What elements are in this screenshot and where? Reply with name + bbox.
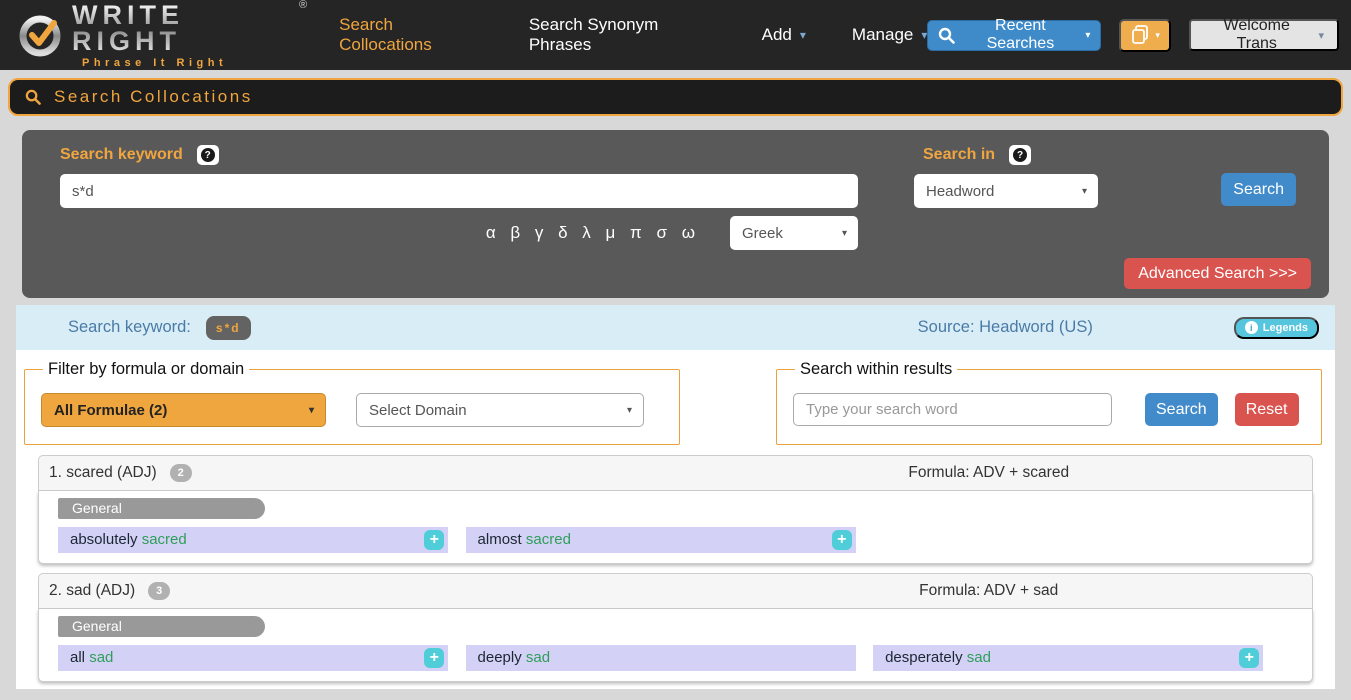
result-title: 2. sad (ADJ)	[49, 582, 136, 599]
result-group: 1. scared (ADJ) 2 Formula: ADV + scared …	[38, 455, 1313, 564]
collocation-chip[interactable]: deeply sad	[465, 645, 856, 671]
chevron-down-icon	[1082, 186, 1087, 197]
chevron-down-icon	[309, 405, 314, 416]
formula-domain-fieldset: Filter by formula or domain All Formulae…	[24, 360, 680, 445]
collocation-modifier: absolutely	[70, 531, 138, 548]
formula-select[interactable]: All Formulae (2)	[41, 393, 326, 427]
search-button[interactable]: Search	[1221, 173, 1296, 206]
help-icon[interactable]: ?	[196, 145, 219, 165]
domain-select[interactable]: Select Domain	[356, 393, 644, 427]
collocation-headword: sad	[966, 649, 991, 666]
chevron-down-icon	[1085, 30, 1090, 41]
brand-name: WRITE RIGHT	[72, 1, 297, 54]
page-title: Search Collocations	[54, 87, 253, 106]
result-group: 2. sad (ADJ) 3 Formula: ADV + sad Genera…	[38, 573, 1313, 682]
result-header: 2. sad (ADJ) 3 Formula: ADV + sad	[38, 573, 1313, 609]
collocation-chip[interactable]: desperately sad	[873, 645, 1264, 671]
nav-search-collocations[interactable]: Search Collocations	[339, 15, 483, 55]
collocation-headword: sacred	[525, 531, 571, 548]
result-formula: Formula: ADV + sad	[919, 582, 1059, 599]
copy-pages-icon	[1130, 24, 1150, 46]
result-body: General all sad deeply sad desperately s…	[38, 609, 1313, 682]
reset-button[interactable]: Reset	[1234, 393, 1299, 426]
collocation-modifier: all	[70, 649, 86, 666]
search-in-select[interactable]: Headword	[914, 174, 1098, 208]
chevron-down-icon	[1155, 30, 1160, 41]
search-within-button[interactable]: Search	[1145, 393, 1218, 426]
chevron-down-icon	[842, 228, 847, 239]
help-icon[interactable]: ?	[1009, 145, 1032, 165]
collocation-modifier: deeply	[477, 649, 522, 666]
search-panel: Search keyword ? α β γ δ λ μ π σ ω Greek…	[22, 130, 1329, 298]
user-menu-button[interactable]: Welcome Trans	[1188, 17, 1340, 52]
advanced-search-button[interactable]: Advanced Search >>>	[1124, 258, 1311, 289]
collocation-modifier: desperately	[885, 649, 963, 666]
result-header: 1. scared (ADJ) 2 Formula: ADV + scared	[38, 455, 1313, 491]
nav-search-synonym-phrases[interactable]: Search Synonym Phrases	[529, 15, 716, 55]
registered-mark: ®	[299, 0, 308, 11]
collocation-headword: sad	[89, 649, 114, 666]
legends-button[interactable]: i Legends	[1233, 316, 1319, 339]
nav-add-menu[interactable]: Add	[762, 25, 806, 45]
within-fieldset-legend: Search within results	[800, 360, 953, 378]
search-icon	[25, 89, 41, 105]
result-count-badge: 2	[169, 464, 192, 482]
collocation-chip[interactable]: all sad	[58, 645, 449, 671]
filters-row: Filter by formula or domain All Formulae…	[24, 360, 1327, 445]
collocation-headword: sad	[525, 649, 551, 666]
formula-fieldset-legend: Filter by formula or domain	[48, 360, 245, 378]
add-collocation-icon[interactable]	[831, 530, 852, 550]
result-count-badge: 3	[148, 582, 171, 600]
greek-select[interactable]: Greek	[730, 216, 858, 250]
recent-searches-button[interactable]: Recent Searches	[927, 17, 1102, 52]
search-keyword-label: Search keyword	[60, 146, 183, 163]
search-in-label: Search in	[923, 146, 996, 163]
top-navbar: WRITE RIGHT ® Phrase It Right Search Col…	[0, 0, 1351, 70]
greek-letters[interactable]: α β γ δ λ μ π σ ω	[486, 223, 700, 243]
summary-keyword-label: Search keyword:	[68, 318, 191, 336]
chevron-down-icon	[800, 28, 806, 42]
search-summary-bar: Search keyword: s*d Source: Headword (US…	[16, 305, 1335, 350]
domain-tag: General	[58, 498, 265, 519]
search-within-input[interactable]	[793, 393, 1112, 426]
collocation-chip[interactable]: almost sacred	[465, 527, 856, 553]
keyword-badge: s*d	[205, 315, 251, 340]
collocation-row: all sad deeply sad desperately sad	[58, 645, 1293, 671]
nav-manage-menu[interactable]: Manage	[852, 25, 927, 45]
result-body: General absolutely sacred almost sacred	[38, 491, 1313, 564]
page-title-bar: Search Collocations	[8, 78, 1343, 116]
app-logo[interactable]: WRITE RIGHT ® Phrase It Right	[18, 0, 308, 69]
domain-tag: General	[58, 616, 265, 637]
result-title: 1. scared (ADJ)	[49, 464, 157, 481]
results-container: Search keyword: s*d Source: Headword (US…	[16, 305, 1335, 689]
add-collocation-icon[interactable]	[424, 648, 445, 668]
chevron-down-icon	[1318, 29, 1324, 42]
collocation-chip[interactable]: absolutely sacred	[58, 527, 449, 553]
logo-checkmark-icon	[18, 12, 64, 58]
chevron-down-icon	[627, 405, 632, 416]
keyword-input[interactable]	[60, 174, 858, 208]
collocation-headword: sacred	[141, 531, 187, 548]
navbar-actions: Recent Searches Welcome Trans	[927, 17, 1340, 52]
collocation-modifier: almost	[477, 531, 522, 548]
add-collocation-icon[interactable]	[1239, 648, 1260, 668]
result-formula: Formula: ADV + scared	[908, 464, 1070, 481]
collocation-row: absolutely sacred almost sacred	[58, 527, 1293, 553]
info-icon: i	[1244, 321, 1258, 334]
search-icon	[938, 27, 956, 44]
brand-tagline: Phrase It Right	[82, 56, 228, 69]
source-text: Source: Headword (US)	[917, 318, 1093, 336]
add-collocation-icon[interactable]	[424, 530, 445, 550]
main-navigation: Search Collocations Search Synonym Phras…	[339, 15, 927, 55]
clipboard-menu-button[interactable]	[1119, 18, 1171, 52]
search-within-fieldset: Search within results Search Reset	[776, 360, 1322, 445]
